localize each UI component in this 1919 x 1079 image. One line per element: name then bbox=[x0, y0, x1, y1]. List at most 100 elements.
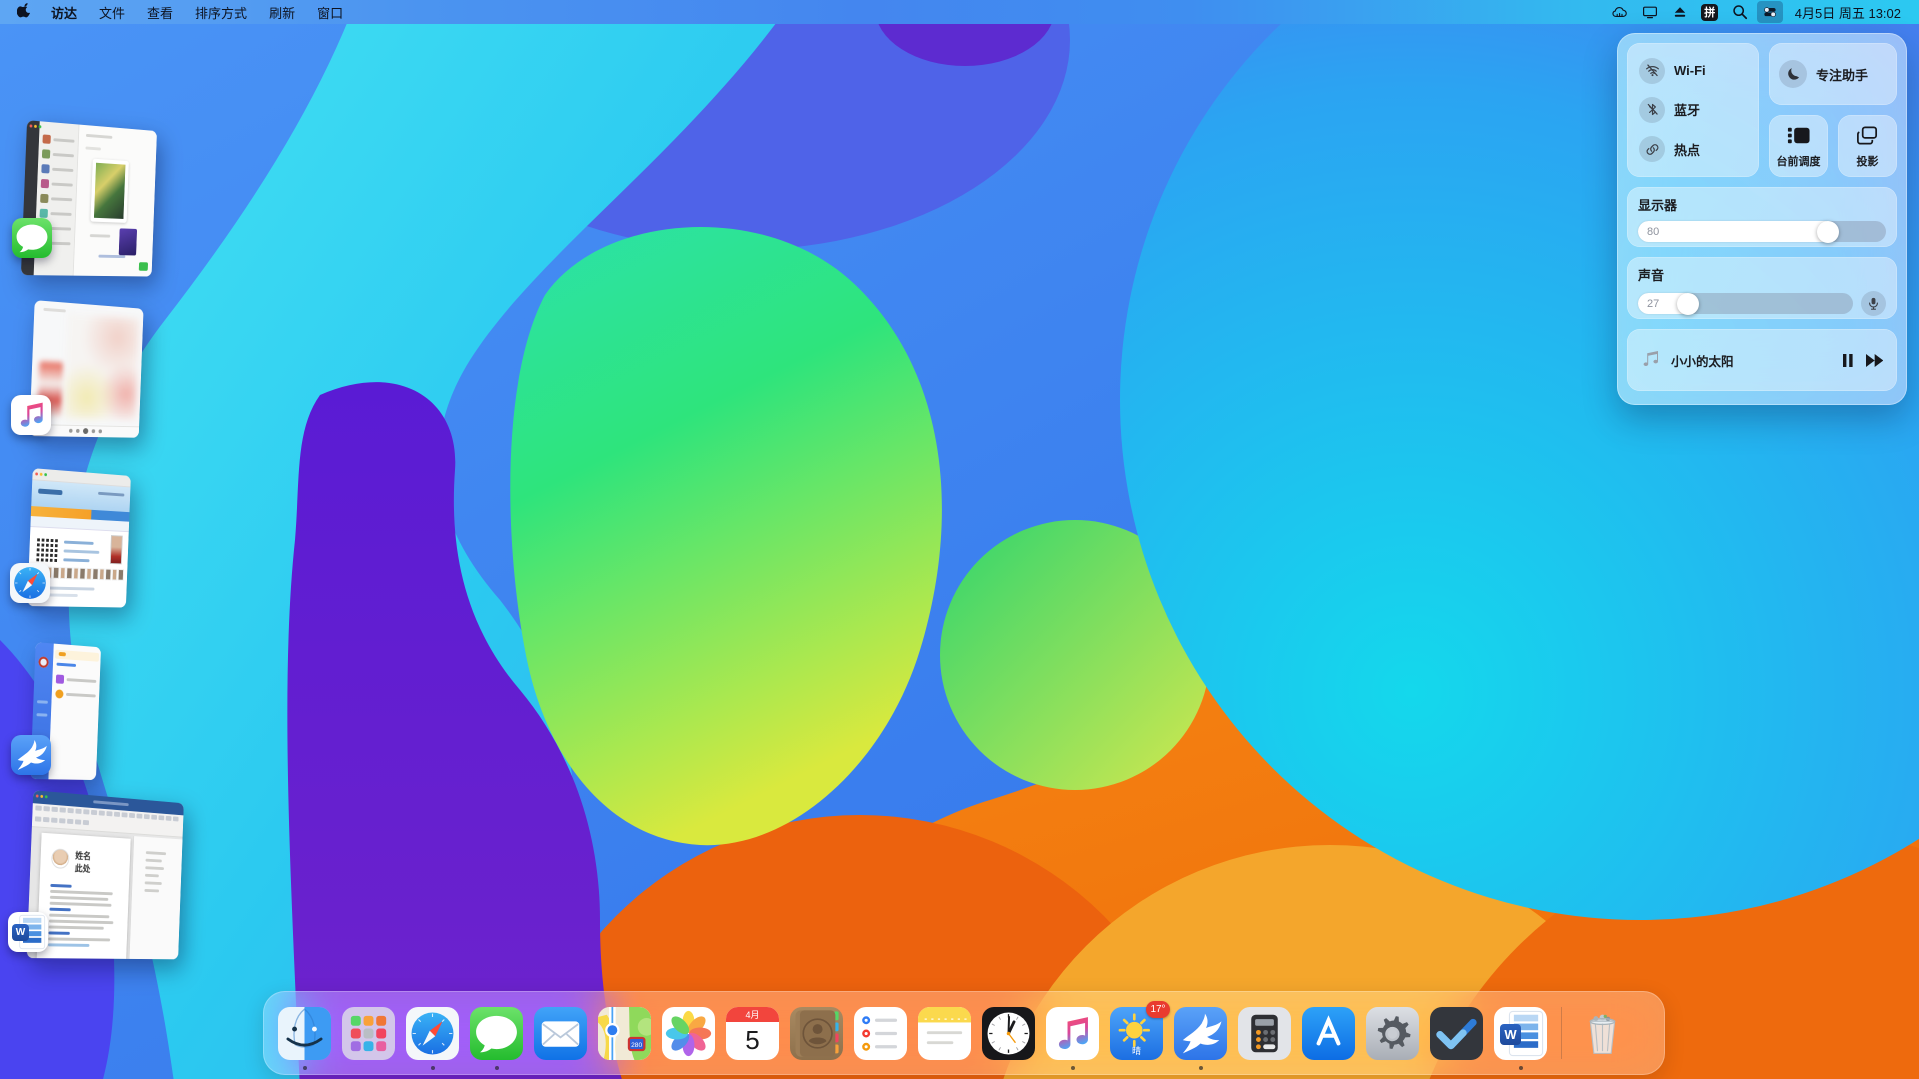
dock-calendar[interactable]: 4月 5 bbox=[726, 1007, 779, 1060]
menu-window[interactable]: 窗口 bbox=[308, 0, 352, 24]
display-card: 显示器 80 bbox=[1627, 187, 1897, 247]
word-styles-panel bbox=[129, 836, 182, 959]
apple-menu[interactable] bbox=[12, 1, 38, 23]
chat-image-thumb bbox=[119, 229, 137, 256]
dock-weather[interactable]: 晴 17° bbox=[1110, 1007, 1163, 1060]
dock-todo[interactable] bbox=[1430, 1007, 1483, 1060]
dock-clock[interactable] bbox=[982, 1007, 1035, 1060]
mirroring-label: 投影 bbox=[1857, 153, 1879, 169]
dock-reminders[interactable] bbox=[854, 1007, 907, 1060]
moon-icon bbox=[1779, 60, 1807, 88]
music-note-icon bbox=[1641, 348, 1661, 373]
messages-icon[interactable] bbox=[12, 218, 52, 258]
dock-notes[interactable] bbox=[918, 1007, 971, 1060]
trash-icon bbox=[1576, 1007, 1629, 1060]
sound-slider[interactable]: 27 bbox=[1638, 293, 1853, 314]
clock-icon bbox=[982, 1007, 1035, 1060]
calculator-icon bbox=[1238, 1007, 1291, 1060]
dock-mail[interactable] bbox=[534, 1007, 587, 1060]
word-letter: W bbox=[12, 924, 29, 941]
pinyin-input-badge: 拼 bbox=[1701, 4, 1718, 21]
appstore-icon bbox=[1302, 1007, 1355, 1060]
bluetooth-toggle[interactable]: 蓝牙 bbox=[1639, 97, 1759, 123]
microphone-icon[interactable] bbox=[1861, 291, 1886, 316]
fast-forward-icon[interactable] bbox=[1866, 354, 1883, 367]
pause-icon[interactable] bbox=[1843, 354, 1853, 367]
calendar-icon: 4月 5 bbox=[726, 1007, 779, 1060]
safari-icon[interactable] bbox=[10, 563, 50, 603]
cloud-icon[interactable] bbox=[1607, 1, 1633, 23]
dock-divider bbox=[1561, 1007, 1562, 1059]
music-icon bbox=[1046, 1007, 1099, 1060]
input-method-icon[interactable]: 拼 bbox=[1697, 1, 1723, 23]
wifi-label: Wi-Fi bbox=[1674, 63, 1706, 78]
photos-icon bbox=[662, 1007, 715, 1060]
dock-messages[interactable] bbox=[470, 1007, 523, 1060]
maps-icon: 280 bbox=[598, 1007, 651, 1060]
dock-photos[interactable] bbox=[662, 1007, 715, 1060]
dock-appstore[interactable] bbox=[1302, 1007, 1355, 1060]
weather-condition: 晴 bbox=[1110, 1044, 1163, 1057]
calendar-day: 5 bbox=[726, 1022, 779, 1060]
display-slider[interactable]: 80 bbox=[1638, 221, 1886, 242]
menu-refresh[interactable]: 刷新 bbox=[260, 0, 304, 24]
calendar-month: 4月 bbox=[726, 1007, 779, 1022]
mirroring-toggle[interactable]: 投影 bbox=[1838, 115, 1897, 177]
bluetooth-label: 蓝牙 bbox=[1674, 100, 1700, 119]
contacts-icon bbox=[790, 1007, 843, 1060]
reminders-icon bbox=[854, 1007, 907, 1060]
svg-text:280: 280 bbox=[631, 1041, 642, 1048]
word-icon[interactable]: W bbox=[8, 912, 48, 952]
dock-trash[interactable] bbox=[1576, 1007, 1629, 1060]
sound-slider-knob[interactable] bbox=[1677, 293, 1699, 315]
display-label: 显示器 bbox=[1638, 195, 1886, 214]
dock-maps[interactable]: 280 bbox=[598, 1007, 651, 1060]
settings-icon bbox=[1366, 1007, 1419, 1060]
webpage-portrait bbox=[110, 535, 123, 564]
dock-settings[interactable] bbox=[1366, 1007, 1419, 1060]
hotspot-toggle[interactable]: 热点 bbox=[1639, 136, 1759, 162]
music-icon[interactable] bbox=[11, 395, 51, 435]
messages-icon bbox=[470, 1007, 523, 1060]
sound-card: 声音 27 bbox=[1627, 257, 1897, 319]
connectivity-card: Wi-Fi 蓝牙 热点 bbox=[1627, 43, 1759, 177]
dock-word[interactable]: W bbox=[1494, 1007, 1547, 1060]
stage-manager-icon bbox=[1786, 123, 1811, 148]
finder-icon bbox=[278, 1007, 331, 1060]
display-slider-knob[interactable] bbox=[1817, 221, 1839, 243]
stage-manager-label: 台前调度 bbox=[1777, 153, 1821, 169]
control-center-icon[interactable] bbox=[1757, 1, 1783, 23]
menu-view[interactable]: 查看 bbox=[138, 0, 182, 24]
bluetooth-off-icon bbox=[1639, 97, 1665, 123]
focus-toggle[interactable]: 专注助手 bbox=[1769, 43, 1897, 105]
todo-icon bbox=[1430, 1007, 1483, 1060]
search-icon[interactable] bbox=[1727, 1, 1753, 23]
dock-music[interactable] bbox=[1046, 1007, 1099, 1060]
dock-launchpad[interactable] bbox=[342, 1007, 395, 1060]
desktop: 访达 文件 查看 排序方式 刷新 窗口 拼 4月5日 周五 13:02 bbox=[0, 0, 1919, 1079]
xunlei-icon[interactable] bbox=[11, 735, 51, 775]
eject-icon[interactable] bbox=[1667, 1, 1693, 23]
stage-window-word[interactable]: 姓名 此处 bbox=[27, 790, 184, 959]
stage-manager-toggle[interactable]: 台前调度 bbox=[1769, 115, 1828, 177]
dock-xunlei[interactable] bbox=[1174, 1007, 1227, 1060]
display-slider-value: 80 bbox=[1647, 226, 1659, 238]
sound-slider-value: 27 bbox=[1647, 298, 1659, 310]
dock-finder[interactable] bbox=[278, 1007, 331, 1060]
menu-app-name[interactable]: 访达 bbox=[42, 0, 86, 24]
word-letter: W bbox=[1500, 1024, 1521, 1045]
control-center-panel: Wi-Fi 蓝牙 热点 专注助手 bbox=[1617, 33, 1907, 405]
menu-file[interactable]: 文件 bbox=[90, 0, 134, 24]
menu-sort[interactable]: 排序方式 bbox=[186, 0, 256, 24]
wifi-toggle[interactable]: Wi-Fi bbox=[1639, 58, 1759, 84]
menu-clock[interactable]: 4月5日 周五 13:02 bbox=[1787, 3, 1907, 22]
chat-pane bbox=[74, 125, 157, 277]
word-document-area: 姓名 此处 bbox=[27, 827, 183, 959]
dock-calculator[interactable] bbox=[1238, 1007, 1291, 1060]
dock-safari[interactable] bbox=[406, 1007, 459, 1060]
hotspot-link-icon bbox=[1639, 136, 1665, 162]
display-icon[interactable] bbox=[1637, 1, 1663, 23]
apple-logo-icon bbox=[17, 2, 33, 23]
dock-contacts[interactable] bbox=[790, 1007, 843, 1060]
now-playing-card[interactable]: 小小的太阳 bbox=[1627, 329, 1897, 391]
